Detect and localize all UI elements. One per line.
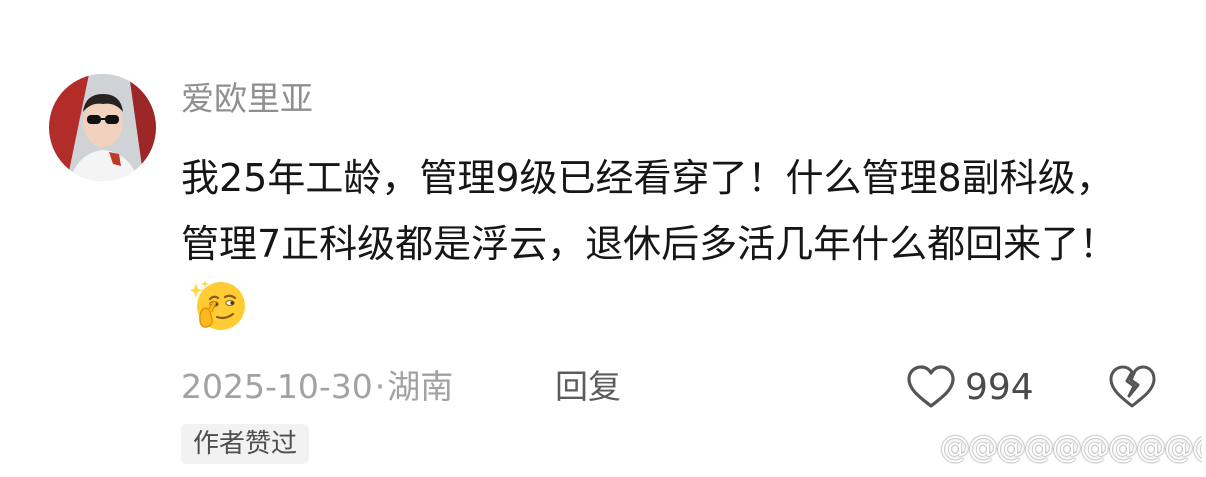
watermark: @@@@@@@@@@@@@@@@@@@@: [940, 430, 1202, 465]
avatar[interactable]: [49, 74, 156, 181]
author-liked-badge: 作者赞过: [181, 424, 310, 464]
reply-button[interactable]: 回复: [555, 362, 621, 412]
username[interactable]: 爱欧里亚: [181, 76, 313, 122]
comment-item: 爱欧里亚 我25年工龄，管理9级已经看穿了！什么管理8副科级，管理7正科级都是浮…: [0, 0, 1206, 477]
comment-text: 我25年工龄，管理9级已经看穿了！什么管理8副科级，管理7正科级都是浮云，退休后…: [181, 145, 1141, 343]
comment-date: 2025-10-30: [181, 367, 373, 406]
heart-icon: [907, 365, 955, 408]
thinking-smirk-emoji-icon: [191, 280, 245, 330]
broken-heart-icon[interactable]: [1108, 363, 1156, 411]
comment-location: 湖南: [387, 367, 454, 406]
like-count: 994: [965, 366, 1034, 408]
comment-meta: 2025-10-30·湖南: [181, 362, 453, 412]
comment-body: 我25年工龄，管理9级已经看穿了！什么管理8副科级，管理7正科级都是浮云，退休后…: [181, 156, 1118, 266]
meta-separator: ·: [374, 367, 386, 406]
like-button[interactable]: 994: [905, 360, 1034, 414]
